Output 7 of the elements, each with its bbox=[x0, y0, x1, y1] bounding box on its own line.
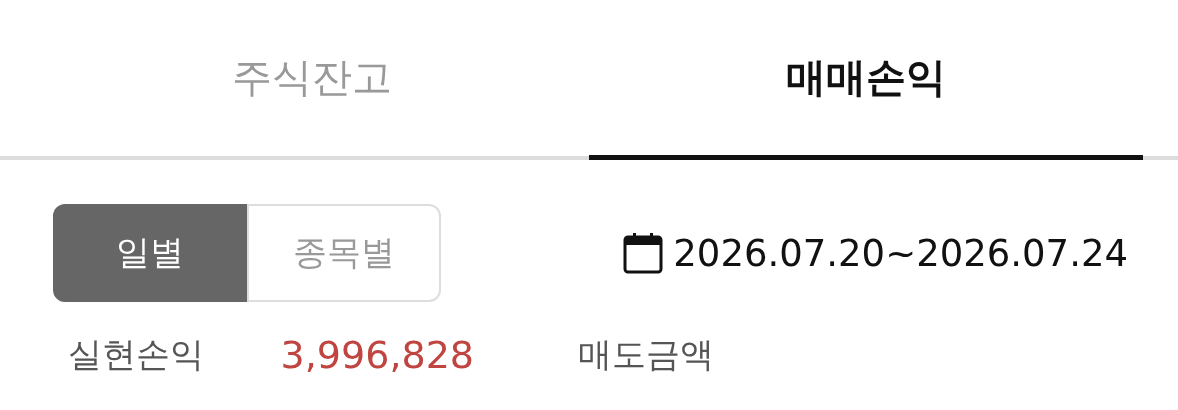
calendar-icon[interactable] bbox=[623, 232, 664, 274]
date-range[interactable]: 2026.07.20~2026.07.24 bbox=[673, 231, 1128, 275]
segment-button[interactable]: 일별 bbox=[53, 204, 247, 302]
tab[interactable]: 매매손익 bbox=[589, 0, 1143, 160]
summary-value: 3,996,828 bbox=[279, 333, 474, 377]
summary-label: 실현손익 bbox=[68, 333, 204, 376]
summary-label: 매도금액 bbox=[578, 333, 714, 376]
